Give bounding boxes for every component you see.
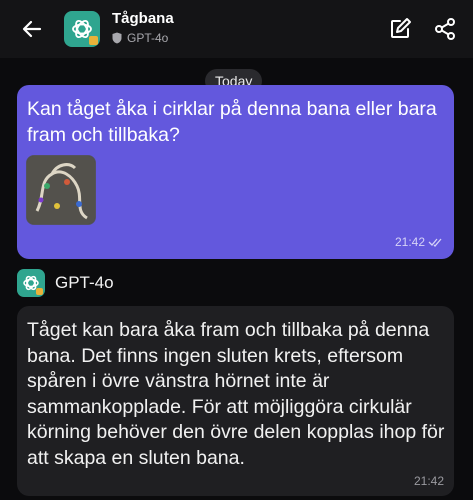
user-time-label: 21:42 [394,235,425,249]
train-track-photo [27,156,95,224]
model-name: GPT-4o [127,31,169,45]
back-arrow-icon [22,20,42,38]
double-check-icon [428,238,442,247]
share-icon [435,18,455,40]
share-button[interactable] [433,17,457,41]
shield-icon [112,32,122,44]
chat-title: Tågbana [112,10,174,27]
chat-header: Tågbana GPT-4o [0,0,473,58]
back-button[interactable] [20,17,44,41]
edit-icon [391,18,411,38]
model-label: GPT-4o [112,31,168,45]
bot-avatar-small[interactable] [17,269,45,297]
new-chat-button[interactable] [388,17,412,41]
bot-message-text: Tåget kan bara åka fram och tillbaka på … [27,319,445,469]
user-message-text: Kan tåget åka i cirklar på denna bana el… [27,98,437,146]
bot-message-bubble[interactable]: Tåget kan bara åka fram och tillbaka på … [17,306,454,496]
bot-avatar[interactable] [64,11,100,47]
image-thumbnail[interactable] [26,155,96,225]
bot-name: GPT-4o [55,273,114,292]
bot-identity-row: GPT-4o [17,268,114,298]
avatar-badge [36,288,43,295]
bot-message-time: 21:42 [413,474,444,488]
user-message-time: 21:42 [395,235,442,249]
avatar-badge [89,36,98,45]
user-message-bubble[interactable]: Kan tåget åka i cirklar på denna bana el… [17,85,454,259]
